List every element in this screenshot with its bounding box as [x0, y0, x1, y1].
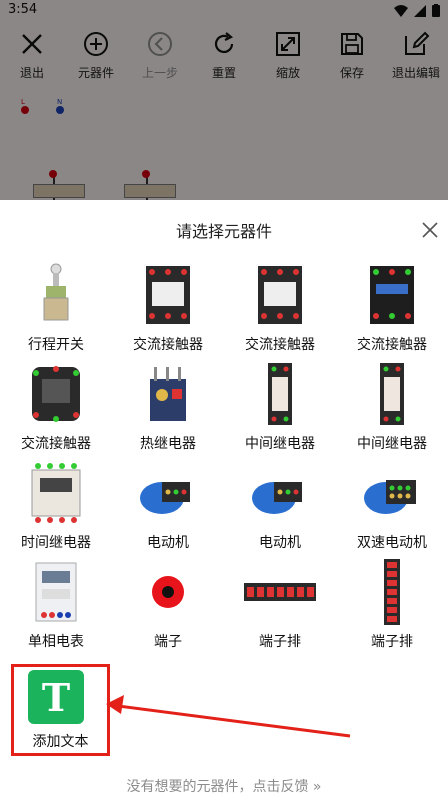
- limit-switch-icon: [43, 263, 69, 321]
- add-text-button[interactable]: T: [28, 670, 84, 724]
- component-item[interactable]: 电动机: [224, 460, 336, 559]
- contactor-icon: [32, 366, 80, 422]
- component-item[interactable]: 交流接触器: [112, 262, 224, 361]
- component-item[interactable]: 交流接触器: [336, 262, 448, 361]
- electric-meter-icon: [35, 562, 77, 622]
- intermediate-relay-icon: [380, 363, 404, 425]
- component-item[interactable]: 中间继电器: [336, 361, 448, 460]
- component-label: 交流接触器: [245, 337, 315, 353]
- component-item[interactable]: 双速电动机: [336, 460, 448, 559]
- modal-scrim[interactable]: [0, 0, 448, 200]
- component-label: 中间继电器: [357, 436, 427, 452]
- time-relay-icon: [31, 463, 81, 523]
- component-item[interactable]: 交流接触器: [0, 361, 112, 460]
- component-label: 交流接触器: [21, 436, 91, 452]
- component-row: 时间继电器 电动机 电动机 双速电动机: [0, 460, 448, 559]
- contactor-icon: [370, 266, 414, 324]
- terminal-strip-icon: [244, 583, 316, 601]
- intermediate-relay-icon: [268, 363, 292, 425]
- contactor-icon: [146, 266, 190, 324]
- component-item[interactable]: 电动机: [112, 460, 224, 559]
- component-label: 中间继电器: [245, 436, 315, 452]
- component-label: 热继电器: [140, 436, 196, 452]
- motor-icon: [140, 482, 190, 514]
- component-item[interactable]: 中间继电器: [224, 361, 336, 460]
- component-label: 端子排: [371, 634, 413, 650]
- component-row: 单相电表 端子 端子排 端子排: [0, 559, 448, 658]
- component-item[interactable]: 热继电器: [112, 361, 224, 460]
- component-item[interactable]: 交流接触器: [224, 262, 336, 361]
- editor-canvas: 3:54 退出 元器件 上一步 重置 缩放 保存 退出编辑 L N: [0, 0, 448, 200]
- component-item[interactable]: 单相电表: [0, 559, 112, 658]
- component-item[interactable]: 端子排: [224, 559, 336, 658]
- terminal-icon: [152, 576, 184, 608]
- motor-icon: [252, 482, 302, 514]
- component-label: 电动机: [147, 535, 189, 551]
- component-label: 交流接触器: [133, 337, 203, 353]
- text-t-icon: T: [41, 674, 71, 720]
- add-text-label: 添加文本: [32, 734, 89, 750]
- component-grid: 行程开关 交流接触器 交流接触器 交流接触器 交流接触器 热继电器 中间继电器 …: [0, 262, 448, 658]
- component-label: 行程开关: [28, 337, 84, 353]
- terminal-strip-icon: [384, 559, 400, 625]
- component-label: 时间继电器: [21, 535, 91, 551]
- component-label: 电动机: [259, 535, 301, 551]
- close-icon[interactable]: [418, 218, 442, 242]
- contactor-icon: [258, 266, 302, 324]
- component-item[interactable]: 时间继电器: [0, 460, 112, 559]
- component-label: 双速电动机: [357, 535, 427, 551]
- component-label: 交流接触器: [357, 337, 427, 353]
- component-item[interactable]: 端子排: [336, 559, 448, 658]
- two-speed-motor-icon: [364, 480, 416, 514]
- component-label: 单相电表: [28, 634, 84, 650]
- component-row: 行程开关 交流接触器 交流接触器 交流接触器: [0, 262, 448, 361]
- component-item[interactable]: 行程开关: [0, 262, 112, 361]
- sheet-title: 请选择元器件: [175, 222, 272, 241]
- component-label: 端子排: [259, 634, 301, 650]
- component-label: 端子: [154, 634, 182, 650]
- thermal-relay-icon: [150, 367, 186, 421]
- feedback-link[interactable]: 没有想要的元器件，点击反馈 »: [0, 776, 448, 796]
- component-item[interactable]: 端子: [112, 559, 224, 658]
- component-row: 交流接触器 热继电器 中间继电器 中间继电器: [0, 361, 448, 460]
